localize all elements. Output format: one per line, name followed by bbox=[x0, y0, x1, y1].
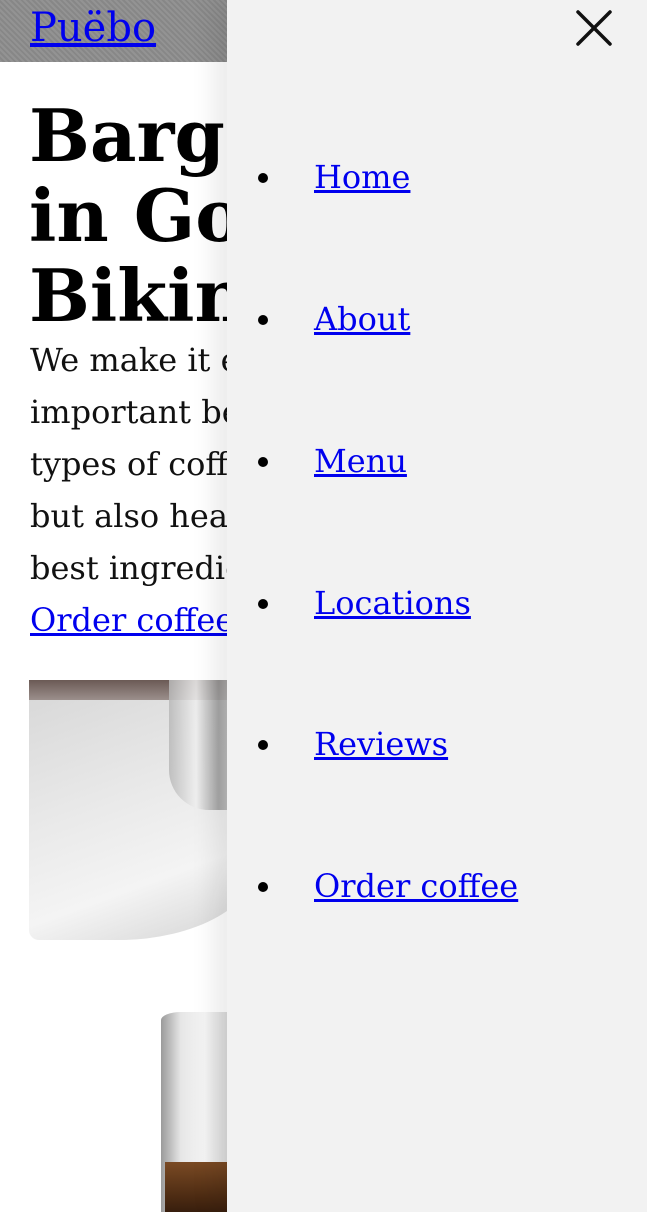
nav-link-order-coffee[interactable]: Order coffee bbox=[314, 860, 518, 912]
hero-text-line: best ingredie bbox=[30, 549, 245, 587]
nav-link-locations[interactable]: Locations bbox=[314, 577, 471, 629]
bullet-icon bbox=[258, 882, 268, 892]
bullet-icon bbox=[258, 740, 268, 750]
brand-link[interactable]: Puëbo bbox=[30, 2, 156, 54]
bullet-icon bbox=[258, 173, 268, 183]
nav-item-home: Home bbox=[227, 151, 647, 203]
nav-item-about: About bbox=[227, 293, 647, 345]
nav-item-order-coffee: Order coffee bbox=[227, 860, 647, 912]
bullet-icon bbox=[258, 315, 268, 325]
hero-title-line: Bikin bbox=[29, 253, 247, 338]
bullet-icon bbox=[258, 599, 268, 609]
order-coffee-link[interactable]: Order coffee bbox=[30, 594, 234, 646]
hero-text-line: We make it e bbox=[30, 341, 240, 379]
hero-text-line: but also heal bbox=[30, 497, 239, 535]
nav-link-reviews[interactable]: Reviews bbox=[314, 718, 448, 770]
bullet-icon bbox=[258, 457, 268, 467]
nav-link-menu[interactable]: Menu bbox=[314, 435, 407, 487]
close-menu-button[interactable] bbox=[572, 6, 616, 50]
nav-link-about[interactable]: About bbox=[314, 293, 410, 345]
nav-item-reviews: Reviews bbox=[227, 718, 647, 770]
close-icon bbox=[576, 10, 612, 46]
hero-title-line: in Go bbox=[29, 173, 244, 258]
nav-item-locations: Locations bbox=[227, 577, 647, 629]
nav-drawer: Home About Menu Locations Reviews Order … bbox=[227, 0, 647, 1212]
nav-item-menu: Menu bbox=[227, 435, 647, 487]
nav-link-home[interactable]: Home bbox=[314, 151, 410, 203]
hero-text-line: types of coffe bbox=[30, 445, 248, 483]
hero-text-line: important be bbox=[30, 393, 241, 431]
